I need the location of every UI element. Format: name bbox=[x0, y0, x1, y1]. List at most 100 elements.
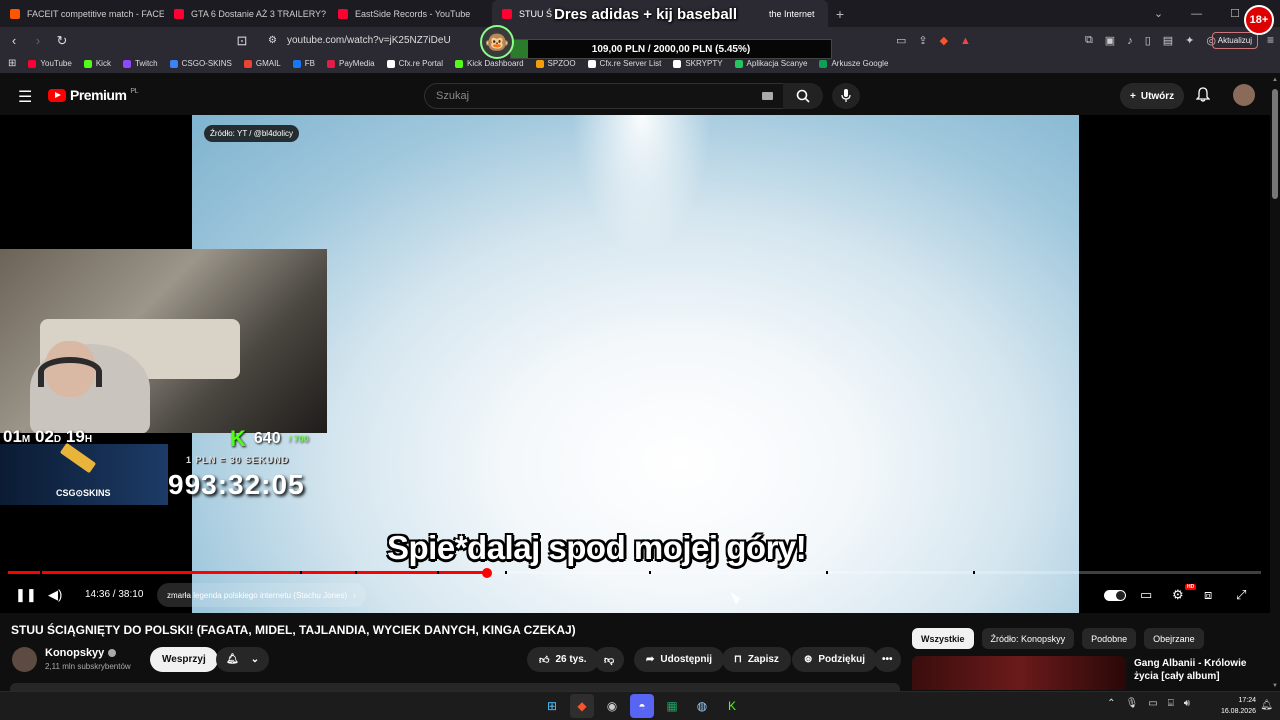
bookmark-cfx-server-list[interactable]: Cfx.re Server List bbox=[587, 59, 661, 68]
bookmark-fb[interactable]: FB bbox=[292, 59, 315, 68]
youtube-header: ☰ Premium PL Szukaj + Utwórz bbox=[0, 75, 1270, 115]
rewards-icon[interactable]: ▲ bbox=[960, 35, 971, 47]
tray-network-icon[interactable]: ⌸ bbox=[1168, 698, 1174, 709]
bookmark-youtube[interactable]: YouTube bbox=[28, 59, 72, 68]
tray-display-icon[interactable]: ▭ bbox=[1148, 698, 1157, 709]
discord-icon[interactable]: ◓ bbox=[630, 694, 654, 718]
brave-browser-icon[interactable]: ◆ bbox=[570, 694, 594, 718]
bookmark-kick[interactable]: Kick bbox=[83, 59, 111, 68]
bookmark-twitch[interactable]: Twitch bbox=[122, 59, 158, 68]
chip-source[interactable]: Źródło: Konopskyy bbox=[981, 628, 1075, 649]
scroll-down-icon[interactable]: ▼ bbox=[1272, 683, 1278, 689]
search-input[interactable]: Szukaj bbox=[424, 83, 784, 109]
youtube-premium-logo[interactable]: Premium PL bbox=[48, 87, 138, 103]
recommended-video-title[interactable]: Gang Albanii - Królowie życia [cały albu… bbox=[1134, 657, 1264, 683]
tab-eastside[interactable]: EastSide Records - YouTube bbox=[328, 0, 492, 27]
brave-shield-icon[interactable]: ◆ bbox=[940, 34, 948, 47]
windows-start-icon[interactable]: ⊞ bbox=[540, 694, 564, 718]
video-player[interactable]: Źródło: YT / @bl4dolicy Spie*dalaj spod … bbox=[0, 115, 1270, 613]
bookmark-cfx-portal[interactable]: Cfx.re Portal bbox=[386, 59, 443, 68]
share-button[interactable]: ➦ Udostępnij bbox=[634, 647, 725, 672]
cfx-icon bbox=[587, 59, 596, 68]
tray-chevron-up-icon[interactable]: ⌃ bbox=[1107, 698, 1115, 709]
pause-icon[interactable]: ❚❚ bbox=[15, 587, 37, 603]
bookmark-label: YouTube bbox=[40, 59, 72, 68]
like-button[interactable]: 👍︎ 26 tys. bbox=[527, 647, 599, 672]
notification-center-icon[interactable]: 🔔︎ bbox=[1260, 700, 1273, 711]
forward-icon[interactable]: › bbox=[28, 33, 48, 48]
subscribed-dropdown[interactable]: 🔔︎ ⌄ bbox=[216, 647, 270, 672]
subtitles-icon[interactable]: ▭ bbox=[1140, 587, 1152, 603]
bookmark-gmail[interactable]: GMAIL bbox=[243, 59, 281, 68]
tab-faceit[interactable]: FACEIT competitive match - FACEIT.c bbox=[0, 0, 164, 27]
csgo-skins-panel: CSG⊙SKINS bbox=[0, 442, 168, 505]
support-button[interactable]: Wesprzyj bbox=[150, 647, 218, 672]
bookmark-sheets[interactable]: Arkusze Google bbox=[819, 59, 888, 68]
tab-gta6[interactable]: GTA 6 Dostanie AŻ 3 TRAILERY? — R bbox=[164, 0, 328, 27]
page-scrollbar[interactable]: ▲ ▼ bbox=[1270, 75, 1280, 691]
video-progress-bar[interactable] bbox=[8, 567, 1261, 578]
share-icon[interactable]: ⇪ bbox=[918, 34, 927, 47]
tab-list-icon[interactable]: ⌄ bbox=[1154, 7, 1163, 20]
bookmark-label: Arkusze Google bbox=[831, 59, 889, 68]
tray-volume-icon[interactable]: 🔊︎ bbox=[1184, 698, 1190, 709]
channel-avatar[interactable] bbox=[12, 647, 37, 672]
back-icon[interactable]: ‹ bbox=[4, 33, 24, 48]
keyboard-icon[interactable] bbox=[762, 92, 773, 100]
search-button[interactable] bbox=[783, 83, 823, 109]
fullscreen-icon[interactable]: ⤢ bbox=[1236, 587, 1246, 603]
autoplay-toggle[interactable] bbox=[1104, 590, 1126, 601]
tray-microphone-icon[interactable]: 🎙︎ bbox=[1126, 698, 1139, 709]
wallet-icon[interactable]: ▣ bbox=[1105, 34, 1115, 47]
progress-scrubber-handle[interactable] bbox=[481, 567, 492, 578]
site-settings-icon[interactable]: ⚙ bbox=[268, 35, 277, 46]
recommended-video-thumbnail[interactable] bbox=[912, 656, 1126, 690]
scroll-up-icon[interactable]: ▲ bbox=[1272, 77, 1278, 83]
scrollbar-thumb[interactable] bbox=[1272, 89, 1278, 199]
extensions-icon[interactable]: ⧉ bbox=[1085, 34, 1093, 47]
bookmark-csgo-skins[interactable]: CSGO-SKINS bbox=[169, 59, 232, 68]
minimize-icon[interactable]: — bbox=[1191, 8, 1202, 20]
bookmark-skrypty[interactable]: SKRYPTY bbox=[673, 59, 723, 68]
reload-icon[interactable]: ↻ bbox=[52, 33, 72, 49]
menu-hamburger-icon[interactable]: ☰ bbox=[18, 87, 32, 107]
voice-search-button[interactable] bbox=[832, 83, 860, 109]
maximize-icon[interactable]: ☐ bbox=[1230, 7, 1240, 20]
create-button[interactable]: + Utwórz bbox=[1120, 83, 1185, 109]
obs-icon[interactable]: ◉ bbox=[600, 694, 624, 718]
menu-icon[interactable]: ≡ bbox=[1267, 33, 1274, 47]
volume-icon[interactable]: ◀) bbox=[48, 587, 62, 603]
settings-gear-icon[interactable]: ⚙ bbox=[1172, 587, 1184, 603]
sidebar-icon[interactable]: ▯ bbox=[1145, 34, 1151, 47]
wallet2-icon[interactable]: ▤ bbox=[1163, 34, 1173, 47]
thanks-button[interactable]: ⊛ Podziękuj bbox=[792, 647, 878, 672]
progress-played bbox=[8, 571, 487, 574]
more-actions-button[interactable]: ••• bbox=[874, 647, 901, 672]
bookmark-paymedia[interactable]: PayMedia bbox=[327, 59, 375, 68]
notifications-bell-icon[interactable] bbox=[1195, 87, 1211, 107]
chip-watched[interactable]: Obejrzane bbox=[1144, 628, 1204, 649]
bookmark-label: SPZOO bbox=[547, 59, 576, 68]
bookmark-kick-dashboard[interactable]: Kick Dashboard bbox=[455, 59, 524, 68]
cast-icon[interactable]: ▭ bbox=[896, 34, 906, 47]
description-box[interactable] bbox=[10, 683, 900, 691]
update-button[interactable]: Aktualizuj bbox=[1211, 32, 1258, 49]
save-button[interactable]: ⊓ Zapisz bbox=[722, 647, 791, 672]
kick-app-icon[interactable]: K bbox=[720, 694, 744, 718]
steam-icon[interactable]: ◍ bbox=[690, 694, 714, 718]
bookmark-icon[interactable]: ⊡ bbox=[232, 33, 252, 49]
bookmark-scanye[interactable]: Aplikacja Scanye bbox=[734, 59, 807, 68]
chapter-button[interactable]: zmarła legenda polskiego internetu (Stac… bbox=[157, 583, 366, 607]
leo-icon[interactable]: ✦ bbox=[1185, 34, 1194, 47]
excel-icon[interactable]: ▦ bbox=[660, 694, 684, 718]
channel-name[interactable]: Konopskyy bbox=[45, 647, 117, 659]
music-icon[interactable]: ♪ bbox=[1127, 35, 1133, 47]
bookmark-spzoo[interactable]: SPZOO bbox=[535, 59, 576, 68]
account-avatar[interactable] bbox=[1233, 84, 1255, 106]
apps-icon[interactable]: ⊞ bbox=[8, 58, 16, 69]
taskbar-clock[interactable]: 17:24 16.08.2026 bbox=[1221, 695, 1256, 717]
dislike-button[interactable]: 👎︎ bbox=[594, 647, 625, 672]
chip-all[interactable]: Wszystkie bbox=[912, 628, 974, 649]
miniplayer-icon[interactable]: ⧈ bbox=[1204, 587, 1212, 603]
chip-similar[interactable]: Podobne bbox=[1082, 628, 1137, 649]
